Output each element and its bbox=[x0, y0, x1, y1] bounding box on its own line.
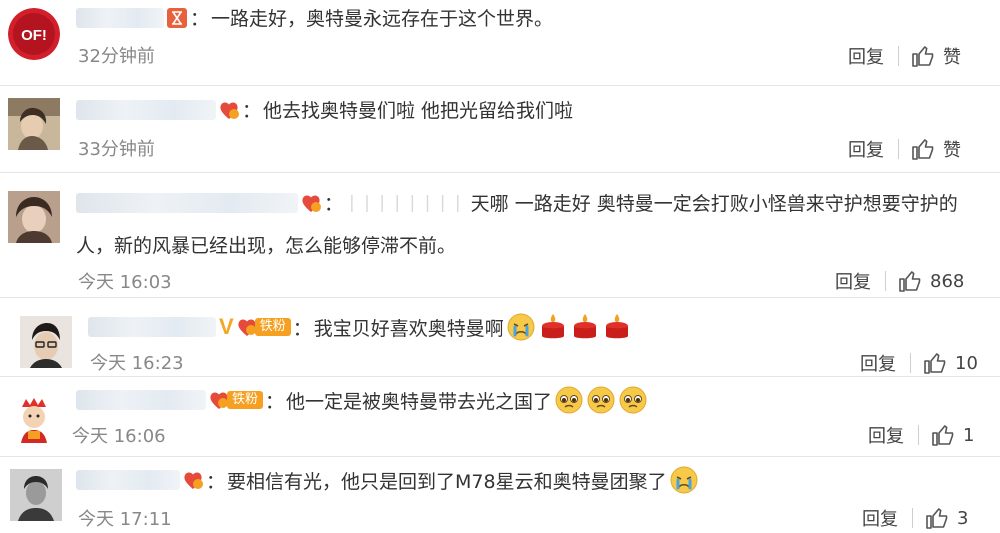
comment-content: ： 要相信有光，他只是回到了M78星云和奥特曼团聚了 bbox=[76, 465, 699, 495]
like-count[interactable]: 1 bbox=[963, 425, 974, 446]
svg-text:OF!: OF! bbox=[21, 27, 47, 44]
thumbs-up-icon[interactable] bbox=[931, 423, 955, 447]
comment-5: 铁粉 ： 他一定是被奥特曼带去光之国了 今天 16:06 回复 1 bbox=[0, 377, 1000, 456]
comment-actions: 回复 868 bbox=[835, 268, 964, 294]
comment-2: ： 他去找奥特曼们啦 他把光留给我们啦 33分钟前 回复 赞 bbox=[0, 86, 1000, 172]
pleading-face-icon bbox=[619, 386, 647, 414]
comment-time: 32分钟前 bbox=[78, 46, 155, 67]
avatar[interactable] bbox=[8, 391, 60, 443]
reply-button[interactable]: 回复 bbox=[848, 136, 884, 162]
like-count[interactable]: 3 bbox=[957, 508, 968, 529]
thumbs-up-icon[interactable] bbox=[911, 44, 935, 68]
crying-face-icon bbox=[670, 466, 698, 494]
divider bbox=[910, 353, 911, 373]
comment-actions: 回复 3 bbox=[862, 505, 968, 531]
crying-face-icon bbox=[507, 313, 535, 341]
heart-level-icon bbox=[220, 101, 239, 119]
comment-text: 一路走好，奥特曼永远存在于这个世界。 bbox=[211, 8, 554, 30]
comment-actions: 回复 赞 bbox=[848, 136, 961, 162]
divider bbox=[918, 425, 919, 445]
comment-text-line1: 天哪 一路走好 奥特曼一定会打败小怪兽来守护想要守护的 bbox=[470, 193, 958, 215]
like-count[interactable]: 868 bbox=[930, 271, 964, 292]
comment-text: 要相信有光，他只是回到了M78星云和奥特曼团聚了 bbox=[227, 470, 667, 493]
comment-3: ： | | | | | | | | 天哪 一路走好 奥特曼一定会打败小怪兽来守护… bbox=[0, 173, 1000, 297]
like-count[interactable]: 10 bbox=[955, 353, 978, 374]
vip-v-icon: V bbox=[219, 314, 234, 339]
comment-4: V 铁粉 ： 我宝贝好喜欢奥特曼啊 今天 16:23 回复 10 bbox=[0, 298, 1000, 376]
divider bbox=[898, 46, 899, 66]
username-blurred[interactable] bbox=[76, 192, 298, 213]
comment-text: 他一定是被奥特曼带去光之国了 bbox=[286, 390, 553, 413]
thumbs-up-icon[interactable] bbox=[911, 137, 935, 161]
comment-text-line2: 人，新的风暴已经出现，怎么能够停滞不前。 bbox=[76, 235, 457, 257]
avatar[interactable] bbox=[8, 191, 60, 243]
avatar[interactable] bbox=[8, 98, 60, 150]
comment-time: 今天 16:23 bbox=[90, 353, 184, 374]
candle-icon bbox=[573, 314, 596, 339]
avatar[interactable] bbox=[10, 469, 62, 521]
reply-button[interactable]: 回复 bbox=[860, 350, 896, 376]
fan-badge-label: 铁粉 bbox=[254, 318, 291, 336]
candle-icon bbox=[541, 314, 564, 339]
reply-button[interactable]: 回复 bbox=[868, 422, 904, 448]
heart-level-icon bbox=[302, 194, 321, 212]
username-blurred[interactable] bbox=[76, 7, 164, 28]
divider bbox=[898, 139, 899, 159]
fan-badge: 铁粉 bbox=[208, 389, 264, 411]
comment-content: 铁粉 ： 他一定是被奥特曼带去光之国了 bbox=[76, 385, 648, 415]
comment-text: 他去找奥特曼们啦 他把光留给我们啦 bbox=[263, 100, 574, 122]
comment-content-continued: 人，新的风暴已经出现，怎么能够停滞不前。 bbox=[76, 231, 456, 258]
comment-content: V 铁粉 ： 我宝贝好喜欢奥特曼啊 bbox=[88, 312, 632, 342]
comment-actions: 回复 赞 bbox=[848, 43, 961, 69]
thumbs-up-icon[interactable] bbox=[925, 506, 949, 530]
username-blurred[interactable] bbox=[76, 390, 206, 410]
thumbs-up-icon[interactable] bbox=[898, 269, 922, 293]
comment-6: ： 要相信有光，他只是回到了M78星云和奥特曼团聚了 今天 17:11 回复 3 bbox=[0, 457, 1000, 533]
pleading-face-icon bbox=[587, 386, 615, 414]
like-button[interactable]: 赞 bbox=[943, 136, 961, 162]
username-blurred[interactable] bbox=[76, 99, 216, 120]
heart-level-icon bbox=[184, 472, 203, 489]
comment-actions: 回复 1 bbox=[868, 422, 974, 448]
reply-button[interactable]: 回复 bbox=[862, 505, 898, 531]
hourglass-icon bbox=[167, 7, 187, 28]
comment-content: ： 一路走好，奥特曼永远存在于这个世界。 bbox=[76, 4, 553, 31]
candle-icon bbox=[605, 314, 628, 339]
comment-time: 今天 16:06 bbox=[72, 426, 166, 447]
fan-badge: 铁粉 bbox=[236, 316, 291, 338]
username-blurred[interactable] bbox=[76, 470, 180, 490]
username-blurred[interactable] bbox=[88, 317, 216, 337]
divider bbox=[912, 508, 913, 528]
comment-1: OF! ： 一路走好，奥特曼永远存在于这个世界。 32分钟前 回复 赞 bbox=[0, 0, 1000, 80]
fan-badge-label: 铁粉 bbox=[227, 391, 264, 409]
like-button[interactable]: 赞 bbox=[943, 43, 961, 69]
comment-time: 今天 17:11 bbox=[78, 509, 172, 530]
reply-button[interactable]: 回复 bbox=[835, 268, 871, 294]
redacted-mark: | | | | | | | | bbox=[349, 192, 463, 213]
thumbs-up-icon[interactable] bbox=[923, 351, 947, 375]
avatar[interactable] bbox=[20, 316, 72, 368]
comment-time: 今天 16:03 bbox=[78, 272, 172, 293]
comment-time: 33分钟前 bbox=[78, 139, 155, 160]
pleading-face-icon bbox=[555, 386, 583, 414]
comment-content: ： | | | | | | | | 天哪 一路走好 奥特曼一定会打败小怪兽来守护… bbox=[76, 189, 958, 216]
comment-content: ： 他去找奥特曼们啦 他把光留给我们啦 bbox=[76, 96, 573, 123]
comment-actions: 回复 10 bbox=[860, 350, 978, 376]
avatar[interactable]: OF! bbox=[8, 8, 60, 60]
divider bbox=[885, 271, 886, 291]
comment-text: 我宝贝好喜欢奥特曼啊 bbox=[313, 317, 504, 340]
reply-button[interactable]: 回复 bbox=[848, 43, 884, 69]
